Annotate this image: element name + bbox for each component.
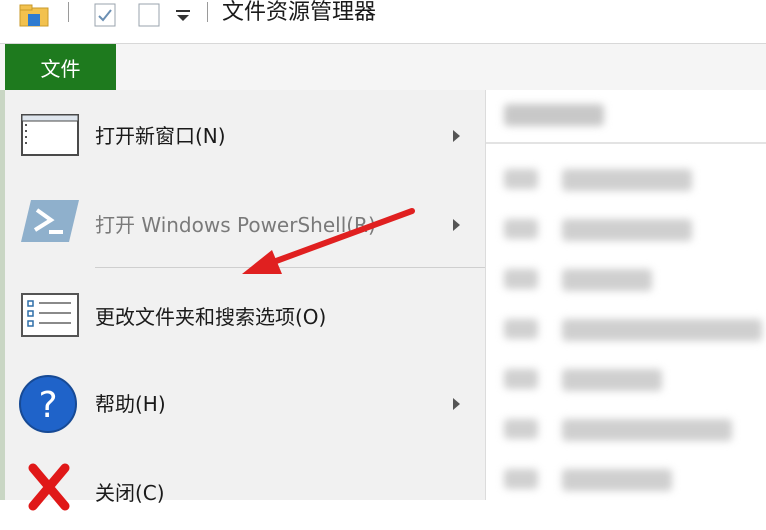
help-icon: ? [19, 375, 77, 433]
list-item[interactable] [504, 455, 766, 505]
new-window-icon [21, 114, 79, 156]
menu-item-open-new-window[interactable]: 打开新窗口(N) [5, 95, 485, 175]
file-menu: 打开新窗口(N) 打开 Windows PowerShell(R) 更改文件夹和… [5, 90, 486, 511]
recent-places-divider [486, 142, 766, 144]
recent-places-panel [486, 90, 766, 500]
powershell-icon [21, 200, 79, 242]
submenu-arrow-icon [453, 130, 460, 142]
file-tab[interactable]: 文件 [5, 44, 116, 90]
menu-item-change-folder-options[interactable]: 更改文件夹和搜索选项(O) [5, 275, 485, 355]
menu-item-open-powershell[interactable]: 打开 Windows PowerShell(R) [5, 182, 485, 262]
folder-options-icon [21, 293, 79, 337]
properties-icon[interactable] [93, 2, 117, 28]
menu-item-help[interactable]: ? 帮助(H) [5, 363, 485, 443]
list-item[interactable] [504, 155, 766, 205]
menu-item-label: 帮助(H) [95, 392, 166, 416]
list-item[interactable] [504, 205, 766, 255]
menu-item-label: 打开 Windows PowerShell(R) [95, 213, 376, 237]
folder-icon[interactable] [18, 2, 50, 28]
menu-item-label: 关闭(C) [95, 481, 165, 505]
customize-quick-access-icon[interactable] [174, 2, 192, 28]
menu-divider [95, 267, 485, 268]
title-bar: 文件资源管理器 [0, 0, 766, 44]
menu-item-close[interactable]: 关闭(C) [5, 450, 485, 530]
list-item[interactable] [504, 405, 766, 455]
new-folder-icon[interactable] [137, 2, 161, 28]
window-title: 文件资源管理器 [222, 0, 377, 25]
toolbar-separator [68, 2, 69, 22]
close-icon [28, 463, 70, 511]
list-item[interactable] [504, 305, 766, 355]
menu-item-label: 打开新窗口(N) [95, 124, 226, 148]
list-item[interactable] [504, 355, 766, 405]
list-item[interactable] [504, 255, 766, 305]
svg-text:?: ? [38, 385, 57, 426]
toolbar-separator [207, 2, 208, 22]
recent-places-title [504, 104, 604, 126]
ribbon-bar: 文件 [0, 44, 766, 91]
submenu-arrow-icon [453, 219, 460, 231]
submenu-arrow-icon [453, 398, 460, 410]
menu-item-label: 更改文件夹和搜索选项(O) [95, 305, 327, 329]
